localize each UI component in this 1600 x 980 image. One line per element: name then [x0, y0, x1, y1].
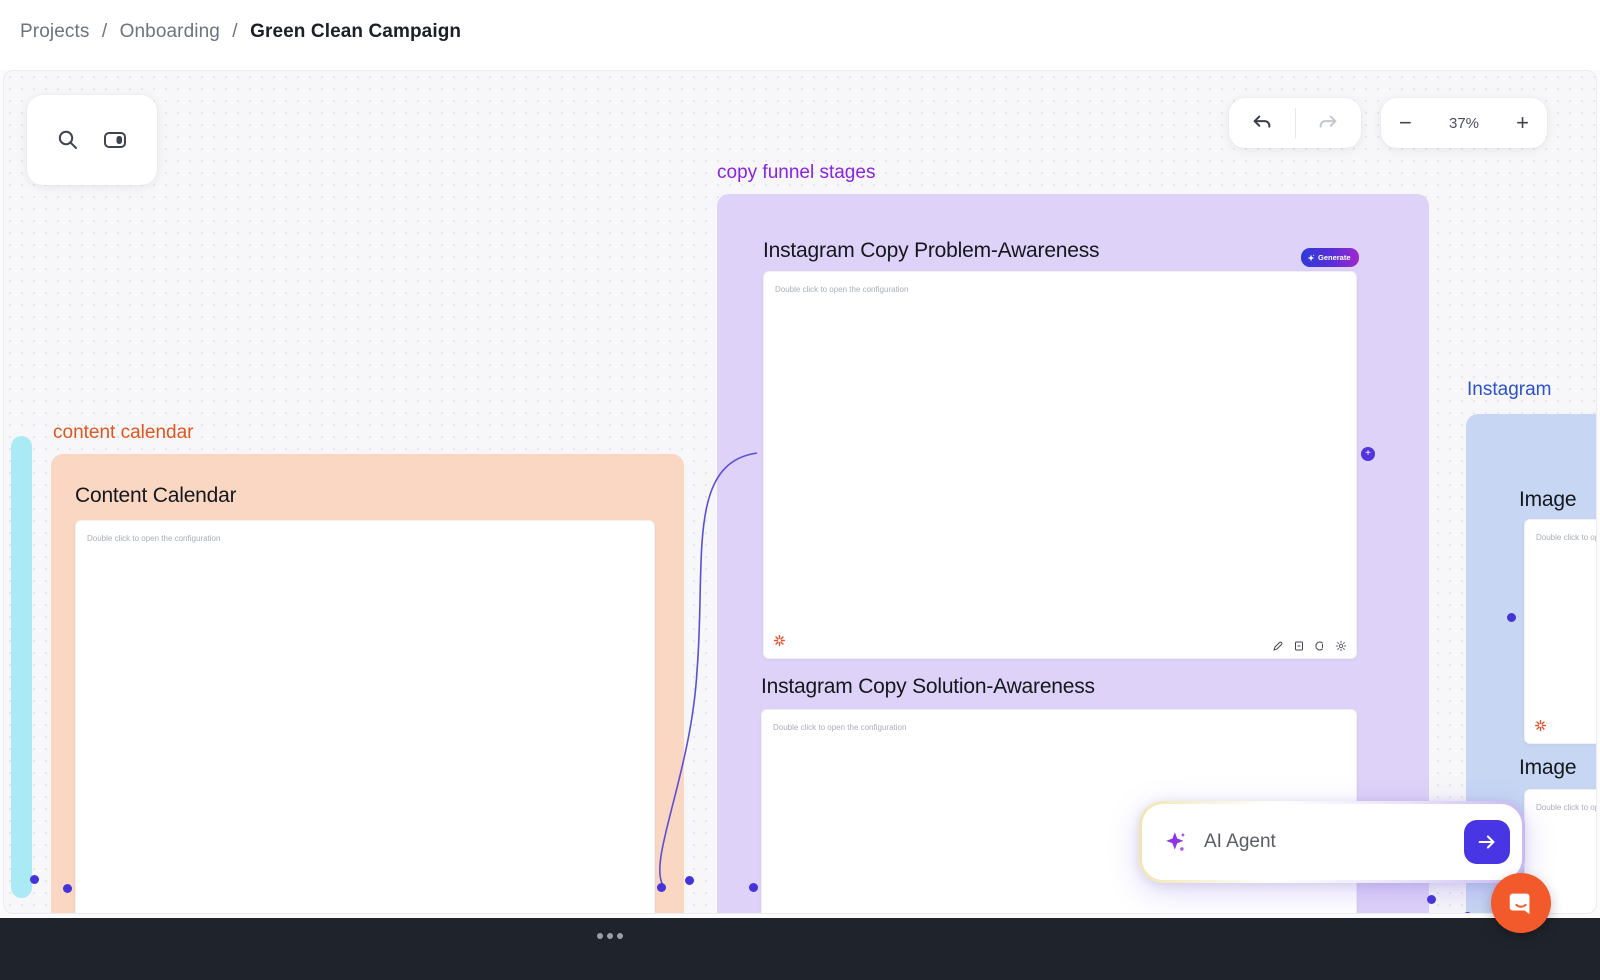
breadcrumb-separator: /: [232, 21, 237, 42]
teal-frame-edge[interactable]: [11, 436, 32, 898]
node-placeholder-text: Double click to open the configuration: [775, 285, 908, 294]
card-title-content-calendar[interactable]: Content Calendar: [75, 484, 236, 508]
whiteboard-canvas[interactable]: content calendar Content Calendar Double…: [3, 70, 1597, 914]
redo-button[interactable]: [1296, 98, 1362, 148]
settings-gear-icon[interactable]: [1335, 640, 1347, 652]
history-toolbar: [1229, 98, 1361, 148]
file-icon[interactable]: [1293, 640, 1305, 652]
chat-bubble-icon: [1506, 888, 1536, 918]
node-problem-awareness[interactable]: Double click to open the configuration: [763, 271, 1357, 659]
zoom-out-button[interactable]: −: [1399, 112, 1412, 134]
dock-more-button[interactable]: [597, 933, 623, 939]
connection-dot[interactable]: [1427, 895, 1436, 904]
card-title-problem-awareness[interactable]: Instagram Copy Problem-Awareness: [763, 239, 1099, 263]
frame-label-copy-funnel[interactable]: copy funnel stages: [717, 162, 875, 184]
breadcrumb-onboarding[interactable]: Onboarding: [120, 21, 220, 42]
node-status-icon-area: [1534, 719, 1547, 737]
search-icon[interactable]: [56, 128, 80, 152]
connection-dot[interactable]: [1463, 912, 1472, 914]
frame-content-calendar[interactable]: Content Calendar Double click to open th…: [51, 454, 684, 914]
node-placeholder-text: Double click to open the configuration: [1536, 533, 1597, 542]
connection-dot[interactable]: [1507, 613, 1516, 622]
burst-icon: [1534, 719, 1547, 732]
top-header: Projects / Onboarding / Green Clean Camp…: [0, 0, 1600, 70]
add-connection-handle[interactable]: +: [1361, 447, 1375, 461]
breadcrumb-current-project: Green Clean Campaign: [250, 21, 461, 42]
connection-dot[interactable]: [749, 883, 758, 892]
zoom-in-button[interactable]: +: [1516, 112, 1529, 134]
connection-dot[interactable]: [63, 884, 72, 893]
undo-button[interactable]: [1229, 98, 1295, 148]
chat-launcher-button[interactable]: [1491, 873, 1551, 933]
card-title-image-1[interactable]: Image: [1519, 488, 1583, 512]
dot: [597, 933, 603, 939]
breadcrumb-projects[interactable]: Projects: [20, 21, 89, 42]
node-status-icon-area: [773, 634, 786, 652]
dot: [617, 933, 623, 939]
generate-button[interactable]: Generate: [1301, 248, 1359, 267]
ai-agent-input[interactable]: [1204, 831, 1464, 853]
node-image-1[interactable]: Double click to open the configuration: [1524, 519, 1597, 744]
ai-sparkle-icon: [1164, 829, 1190, 855]
node-placeholder-text: Double click to open the configuration: [87, 534, 220, 543]
edit-icon[interactable]: [1272, 640, 1284, 652]
node-placeholder-text: Double click to open the configuration: [773, 723, 906, 732]
zoom-toolbar: − 37% +: [1381, 98, 1547, 148]
ai-send-button[interactable]: [1464, 820, 1510, 864]
breadcrumb-separator: /: [102, 21, 107, 42]
frame-label-instagram[interactable]: Instagram: [1467, 379, 1551, 401]
connection-dot[interactable]: [685, 876, 694, 885]
node-placeholder-text: Double click to open the configuration: [1536, 803, 1597, 812]
card-title-solution-awareness[interactable]: Instagram Copy Solution-Awareness: [761, 675, 1095, 699]
breadcrumb: Projects / Onboarding / Green Clean Camp…: [20, 21, 461, 43]
frame-label-content-calendar[interactable]: content calendar: [53, 422, 194, 444]
generate-button-label: Generate: [1318, 253, 1351, 262]
dot: [607, 933, 613, 939]
zoom-level[interactable]: 37%: [1449, 115, 1479, 132]
credits-icon[interactable]: [1314, 640, 1326, 652]
canvas-toolbar: [27, 95, 157, 185]
arrow-right-icon: [1476, 831, 1498, 853]
connection-dot[interactable]: [30, 875, 39, 884]
card-title-image-2[interactable]: Image: [1519, 756, 1583, 780]
sparkle-icon: [1307, 254, 1315, 262]
connection-dot[interactable]: [657, 883, 666, 892]
node-content-calendar[interactable]: Double click to open the configuration: [75, 520, 655, 914]
burst-icon: [773, 634, 786, 647]
sidebar-toggle-icon[interactable]: [102, 128, 128, 152]
ai-agent-bar: [1139, 801, 1525, 883]
bottom-dock: [0, 918, 1600, 980]
